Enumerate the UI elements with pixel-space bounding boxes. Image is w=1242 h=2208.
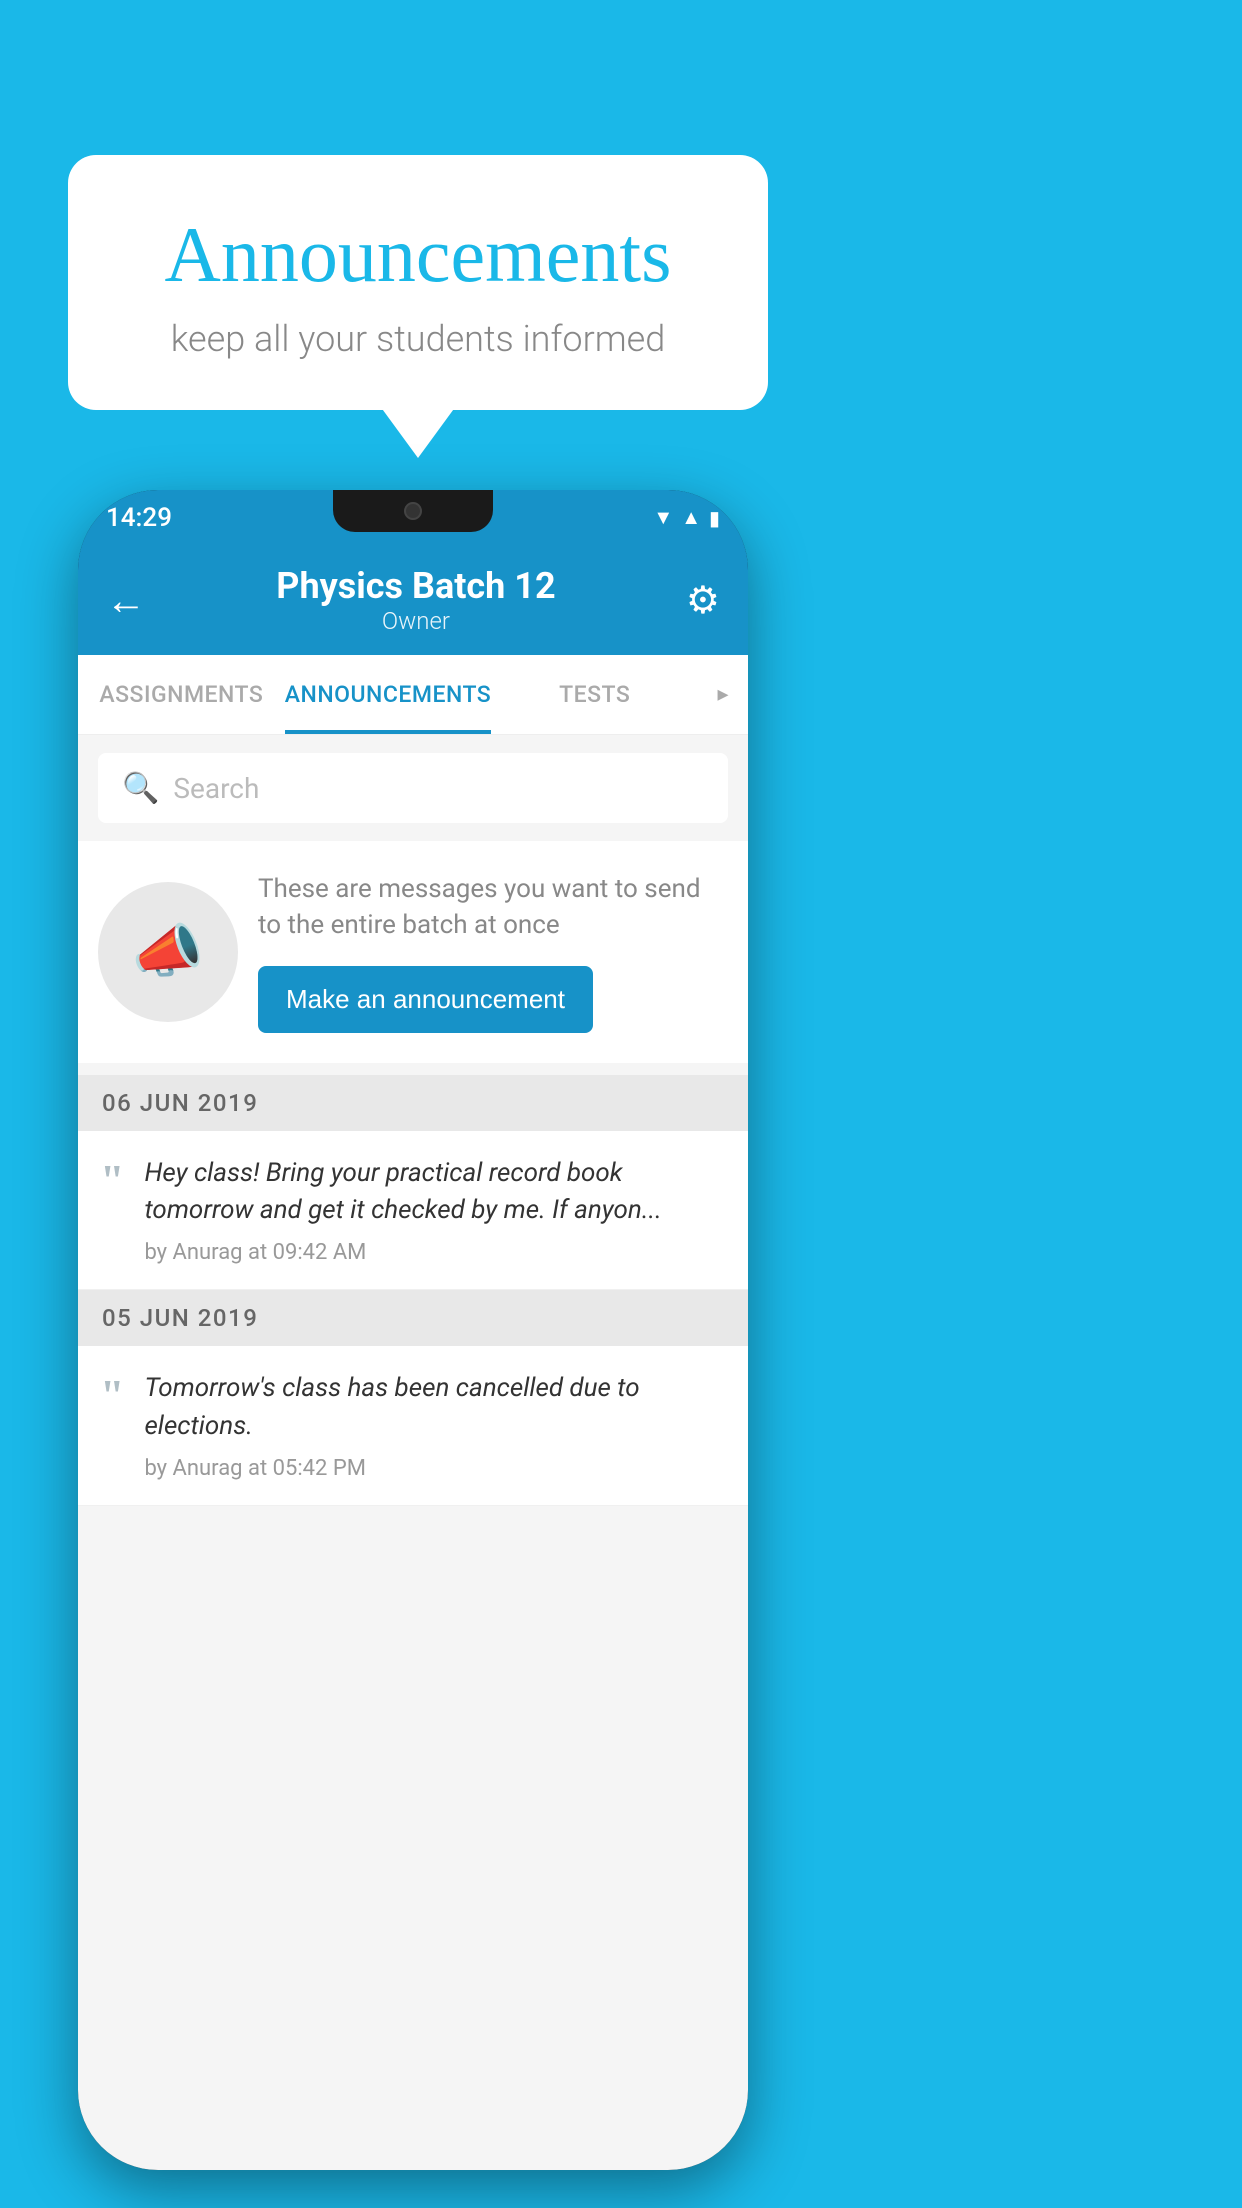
tab-announcements[interactable]: ANNOUNCEMENTS (285, 655, 492, 734)
announcement-promo: 📣 These are messages you want to send to… (78, 841, 748, 1063)
announcements-title: Announcements (128, 210, 708, 300)
promo-right: These are messages you want to send to t… (258, 871, 728, 1033)
battery-icon: ▮ (709, 506, 720, 530)
camera-dot (404, 502, 422, 520)
back-button[interactable]: ← (106, 577, 146, 624)
app-bar: ← Physics Batch 12 Owner ⚙ (78, 545, 748, 655)
announcement-item-2[interactable]: " Tomorrow's class has been cancelled du… (78, 1346, 748, 1505)
batch-title: Physics Batch 12 (276, 565, 555, 607)
promo-icon-circle: 📣 (98, 882, 238, 1022)
announcement-msg-1: Hey class! Bring your practical record b… (144, 1155, 726, 1230)
megaphone-icon: 📣 (132, 918, 204, 986)
search-icon: 🔍 (122, 771, 159, 806)
date-separator-jun6: 06 JUN 2019 (78, 1075, 748, 1131)
notch (333, 490, 493, 532)
make-announcement-button[interactable]: Make an announcement (258, 966, 593, 1033)
tab-assignments[interactable]: ASSIGNMENTS (78, 655, 285, 734)
announcements-subtitle: keep all your students informed (128, 318, 708, 360)
quote-icon-1: " (100, 1159, 124, 1203)
quote-icon-2: " (100, 1374, 124, 1418)
promo-description: These are messages you want to send to t… (258, 871, 728, 944)
date-separator-jun5: 05 JUN 2019 (78, 1290, 748, 1346)
announcement-by-1: by Anurag at 09:42 AM (144, 1240, 726, 1265)
announcement-text-2: Tomorrow's class has been cancelled due … (144, 1370, 726, 1480)
announcement-by-2: by Anurag at 05:42 PM (144, 1456, 726, 1481)
phone-wrapper: 14:29 ▼ ▲ ▮ ← Physics Batch 12 Owner ⚙ A… (78, 490, 748, 2170)
speech-bubble: Announcements keep all your students inf… (68, 155, 768, 410)
status-icons: ▼ ▲ ▮ (653, 505, 720, 530)
settings-icon[interactable]: ⚙ (686, 578, 720, 623)
status-time: 14:29 (106, 503, 172, 533)
signal-icon: ▲ (681, 505, 701, 530)
phone-content: 🔍 Search 📣 These are messages you want t… (78, 735, 748, 2170)
speech-bubble-wrapper: Announcements keep all your students inf… (68, 155, 768, 410)
announcement-text-1: Hey class! Bring your practical record b… (144, 1155, 726, 1265)
tab-more[interactable]: ▸ (698, 682, 748, 707)
search-placeholder: Search (173, 772, 259, 805)
app-bar-center: Physics Batch 12 Owner (276, 565, 555, 635)
tabs-bar: ASSIGNMENTS ANNOUNCEMENTS TESTS ▸ (78, 655, 748, 735)
owner-label: Owner (276, 607, 555, 635)
announcement-msg-2: Tomorrow's class has been cancelled due … (144, 1370, 726, 1445)
phone-frame: 14:29 ▼ ▲ ▮ ← Physics Batch 12 Owner ⚙ A… (78, 490, 748, 2170)
wifi-icon: ▼ (653, 505, 673, 530)
announcement-item-1[interactable]: " Hey class! Bring your practical record… (78, 1131, 748, 1290)
tab-tests[interactable]: TESTS (491, 655, 698, 734)
search-bar[interactable]: 🔍 Search (98, 753, 728, 823)
